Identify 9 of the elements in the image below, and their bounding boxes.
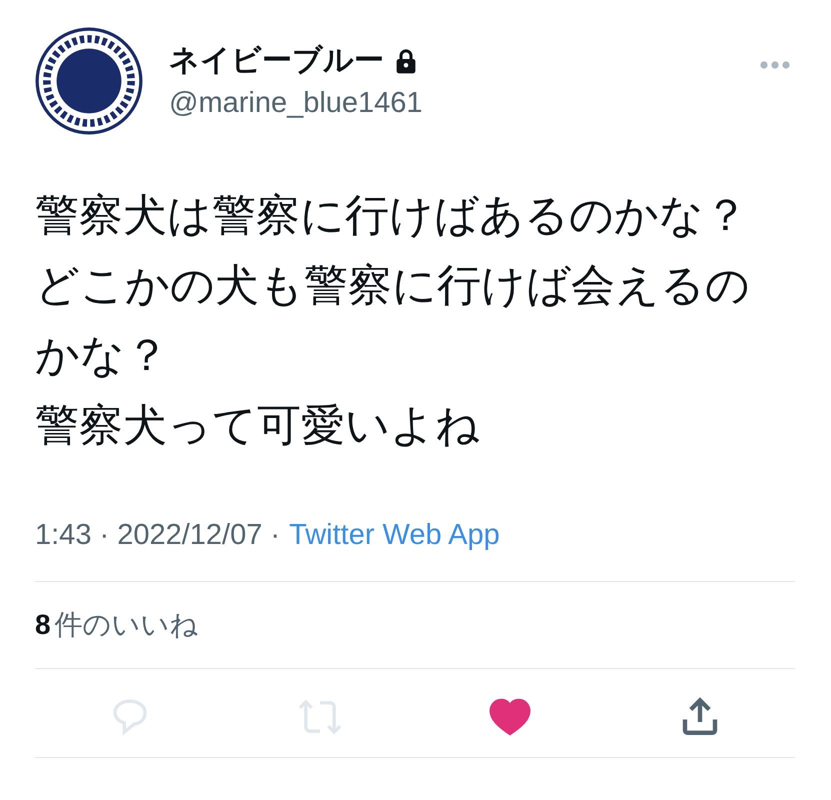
- tweet-text: 警察犬って可愛いよね: [35, 400, 481, 452]
- timestamp-text: 1:43 · 2022/12/07 ·: [35, 518, 280, 553]
- likes-link[interactable]: 8件のいいね: [35, 605, 199, 645]
- display-name[interactable]: ネイビーブルー: [169, 41, 384, 81]
- tweet-text: 警察犬は警察に行けばあるのかな？どこかの犬も警察に行けば会えるのかな？: [35, 190, 751, 382]
- retweet-icon: [296, 697, 344, 737]
- avatar-image[interactable]: [35, 27, 143, 135]
- user-handle[interactable]: @marine_blue1461: [169, 83, 423, 123]
- heart-icon: [489, 697, 531, 737]
